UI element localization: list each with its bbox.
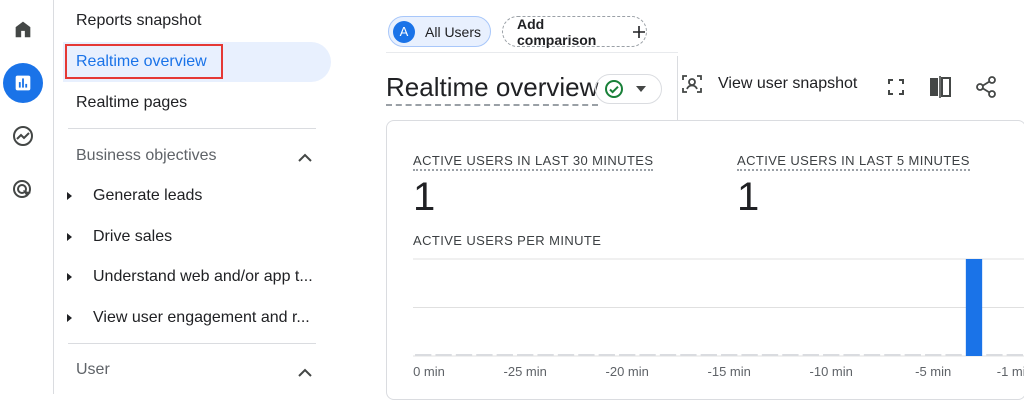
caret-right-icon [67,233,72,241]
bar-zero [843,354,860,356]
sidebar-item-reports-snapshot[interactable]: Reports snapshot [76,12,201,30]
x-tick-label: -30 min [413,364,445,379]
bar-zero [721,354,738,356]
add-comparison-button[interactable]: Add comparison [502,15,647,48]
caret-right-icon [67,314,72,322]
sidebar-item-label: Drive sales [93,228,173,245]
segment-label: All Users [425,23,482,40]
bar-zero [761,354,779,356]
data-quality-status-button[interactable] [595,74,662,104]
active-users-per-minute-chart: -30 min -25 min -20 min -15 min -10 min -5 mi… [413,258,1024,379]
metric-value-active-30: 1 [413,175,436,219]
section-business-objectives[interactable]: Business objectives [76,147,217,165]
bar [965,259,983,356]
nav-rail [0,0,54,394]
sidebar-item-understand-web[interactable]: Understand web and/or app t... [67,268,313,286]
caret-right-icon [67,192,72,200]
sidebar-divider [68,128,316,129]
sidebar-item-label: Understand web and/or app t... [93,268,313,285]
x-tick-label: -20 min [606,364,649,379]
sidebar-item-realtime-overview[interactable]: Realtime overview [76,53,207,71]
bar-zero [884,354,901,356]
explore-icon[interactable] [6,119,40,153]
caret-right-icon [67,273,72,281]
check-circle-icon [604,79,624,99]
bar-zero [639,354,656,356]
toolbar-divider [677,56,678,120]
add-comparison-label: Add comparison [517,15,597,48]
fullscreen-icon[interactable] [883,74,909,100]
bar-zero [435,354,452,356]
sidebar-item-label: Generate leads [93,187,203,204]
compare-columns-icon[interactable] [927,74,953,100]
plus-icon [632,25,646,39]
bar-zero [782,354,799,356]
bar-zero [741,354,758,356]
x-tick-label: -1 min [997,364,1024,379]
x-tick-label: -10 min [810,364,853,379]
sidebar-item-view-user-engagement[interactable]: View user engagement and r... [67,309,310,327]
share-icon[interactable] [973,74,999,100]
bar-zero [945,354,962,356]
sidebar-item-generate-leads[interactable]: Generate leads [67,187,202,205]
realtime-card: ACTIVE USERS IN LAST 30 MINUTES 1 ACTIVE… [386,120,1024,400]
section-user[interactable]: User [76,361,110,379]
x-tick-label: -25 min [504,364,547,379]
x-tick-label: -5 min [915,364,951,379]
segment-avatar: A [393,20,415,43]
sidebar-item-realtime-pages[interactable]: Realtime pages [76,94,187,112]
bar-zero [496,354,513,356]
sidebar: Reports snapshot Realtime overview Realt… [55,0,340,394]
advertising-icon[interactable] [6,173,40,207]
bar-zero [680,354,697,356]
bar-zero [557,354,575,356]
bar-zero [700,354,717,356]
page-title: Realtime overview [386,72,599,106]
bar-zero [823,354,840,356]
user-snapshot-icon [680,72,704,96]
bar-zero [476,354,493,356]
bar-zero [578,354,595,356]
x-tick-label: -15 min [708,364,751,379]
bar-zero [904,354,921,356]
metric-label-active-30[interactable]: ACTIVE USERS IN LAST 30 MINUTES [413,153,654,171]
bar-zero [863,354,881,356]
sidebar-item-label: View user engagement and r... [93,309,310,326]
bar-zero [537,354,554,356]
chevron-up-icon[interactable] [298,150,312,168]
per-minute-label: ACTIVE USERS PER MINUTE [413,233,602,248]
metric-value-active-5: 1 [737,175,760,219]
main-content: A All Users Add comparison Realtime over… [340,0,1024,400]
bar-zero [1006,354,1023,356]
bar-zero [415,354,432,356]
chevron-down-icon [636,86,646,92]
bar-zero [659,354,677,356]
bar-zero [802,354,819,356]
segment-chip-all-users[interactable]: A All Users [388,16,491,47]
metric-label-active-5[interactable]: ACTIVE USERS IN LAST 5 MINUTES [737,153,970,171]
sidebar-divider [68,343,316,344]
bar-zero [619,354,636,356]
home-icon[interactable] [6,12,40,46]
sidebar-item-drive-sales[interactable]: Drive sales [67,228,172,246]
view-user-snapshot-label: View user snapshot [718,75,858,92]
bar-zero [986,354,1003,356]
bar-zero [455,354,473,356]
bar-zero [517,354,534,356]
header-divider [386,52,678,53]
chevron-up-icon[interactable] [298,365,312,383]
bar-zero [598,354,615,356]
bar-zero [925,354,942,356]
view-user-snapshot-button[interactable]: View user snapshot [680,72,857,96]
reports-icon[interactable] [3,63,43,103]
